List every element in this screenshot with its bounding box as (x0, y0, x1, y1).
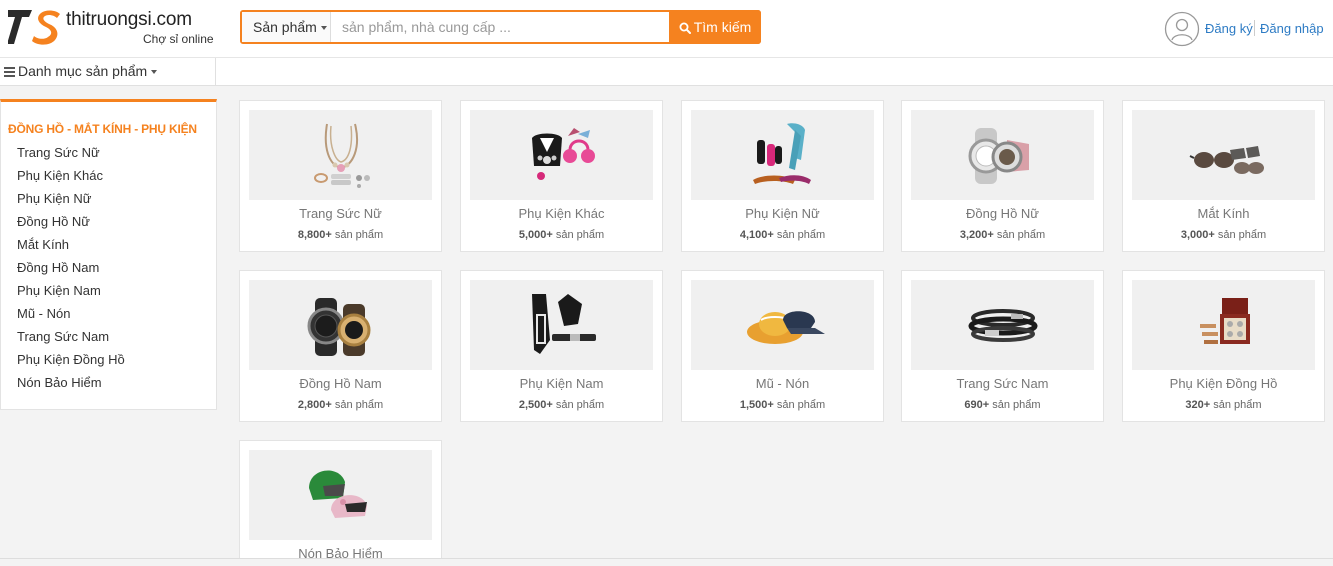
product-count: 3,000+ sản phẩm (1180, 229, 1267, 241)
category-name: Phụ Kiện Nữ (745, 206, 820, 221)
category-image (911, 110, 1094, 200)
sidebar-list: Trang Sức Nữ Phụ Kiện Khác Phụ Kiện Nữ Đ… (17, 144, 125, 397)
category-name: Phụ Kiện Đồng Hồ (1169, 376, 1278, 391)
product-count: 5,000+ sản phẩm (518, 229, 605, 241)
scarf-gloves-icon (753, 123, 811, 184)
product-count: 2,800+ sản phẩm (297, 399, 384, 411)
sidebar-item[interactable]: Trang Sức Nữ (17, 144, 125, 167)
category-card[interactable]: Trang Sức Nam 690+ sản phẩm (901, 270, 1104, 422)
category-card[interactable]: Phụ Kiện Nam 2,500+ sản phẩm (460, 270, 663, 422)
chevron-down-icon (320, 26, 327, 31)
hamburger-icon (4, 67, 15, 77)
collar-earmuffs-icon (532, 128, 595, 180)
category-image (1132, 110, 1315, 200)
category-image (1132, 280, 1315, 370)
category-name: Đồng Hồ Nam (299, 376, 382, 391)
login-link[interactable]: Đăng nhập (1260, 21, 1324, 36)
sidebar-item[interactable]: Trang Sức Nam (17, 328, 125, 351)
search-button-label: Tìm kiếm (693, 19, 752, 35)
category-card[interactable]: Đồng Hồ Nam 2,800+ sản phẩm (239, 270, 442, 422)
sidebar-title[interactable]: ĐỒNG HỒ - MẮT KÍNH - PHỤ KIỆN (8, 122, 197, 136)
product-count: 3,200+ sản phẩm (959, 229, 1046, 241)
brand-tagline: Chợ sỉ online (143, 32, 214, 46)
category-image (691, 110, 874, 200)
category-name: Trang Sức Nữ (299, 206, 382, 221)
category-card[interactable]: Trang Sức Nữ 8,800+ sản phẩm (239, 100, 442, 252)
sidebar-item[interactable]: Phụ Kiện Đồng Hồ (17, 351, 125, 374)
sidebar-item[interactable]: Mắt Kính (17, 236, 125, 259)
category-image (911, 280, 1094, 370)
category-bar: Danh mục sản phẩm (0, 58, 1333, 86)
category-card[interactable]: Đồng Hồ Nữ 3,200+ sản phẩm (901, 100, 1104, 252)
product-count: 8,800+ sản phẩm (297, 229, 384, 241)
category-image (249, 280, 432, 370)
category-card[interactable]: Phụ Kiện Khác 5,000+ sản phẩm (460, 100, 663, 252)
site-header: thitruongsi.com Chợ sỉ online Sản phẩm T… (0, 0, 1333, 58)
category-card[interactable]: Phụ Kiện Nữ 4,100+ sản phẩm (681, 100, 884, 252)
category-name: Trang Sức Nam (956, 376, 1049, 391)
category-image (249, 110, 432, 200)
sidebar-item[interactable]: Phụ Kiện Nam (17, 282, 125, 305)
category-image (470, 280, 653, 370)
women-watch-icon (968, 128, 1029, 184)
sidebar-item[interactable]: Nón Bảo Hiểm (17, 374, 125, 397)
search-icon (679, 22, 691, 34)
category-name: Mũ - Nón (755, 376, 810, 391)
category-image (249, 450, 432, 540)
category-menu-toggle[interactable]: Danh mục sản phẩm (0, 58, 216, 86)
category-name: Phụ Kiện Nam (519, 376, 604, 391)
category-name: Mắt Kính (1197, 206, 1250, 221)
category-image (470, 110, 653, 200)
product-count: 690+ sản phẩm (964, 399, 1041, 411)
category-sidebar: ĐỒNG HỒ - MẮT KÍNH - PHỤ KIỆN Trang Sức … (0, 99, 217, 410)
register-link[interactable]: Đăng ký (1205, 21, 1253, 36)
brand-name: thitruongsi.com (66, 9, 192, 30)
category-card[interactable]: Mũ - Nón 1,500+ sản phẩm (681, 270, 884, 422)
sunglasses-icon (1189, 146, 1264, 174)
user-avatar-icon[interactable] (1164, 11, 1200, 47)
category-card[interactable]: Nón Bảo Hiểm sản phẩm (239, 440, 442, 566)
chevron-down-icon (151, 70, 158, 75)
sidebar-item[interactable]: Phụ Kiện Khác (17, 167, 125, 190)
category-card[interactable]: Phụ Kiện Đồng Hồ 320+ sản phẩm (1122, 270, 1325, 422)
category-card[interactable]: Mắt Kính 3,000+ sản phẩm (1122, 100, 1325, 252)
search-input[interactable] (332, 12, 669, 42)
sidebar-item[interactable]: Đồng Hồ Nữ (17, 213, 125, 236)
site-logo[interactable]: thitruongsi.com Chợ sỉ online (8, 7, 218, 49)
men-watch-icon (307, 298, 371, 356)
category-name: Đồng Hồ Nữ (965, 206, 1039, 221)
necklace-icon (314, 123, 370, 188)
category-name: Phụ Kiện Khác (518, 206, 605, 221)
sidebar-item[interactable]: Mũ - Nón (17, 305, 125, 328)
category-menu-label: Danh mục sản phẩm (18, 63, 148, 79)
product-count: 320+ sản phẩm (1185, 399, 1262, 411)
sidebar-item[interactable]: Đồng Hồ Nam (17, 259, 125, 282)
category-image (691, 280, 874, 370)
page-bottom-bar (0, 558, 1333, 566)
product-count: 2,500+ sản phẩm (518, 399, 605, 411)
hats-icon (747, 311, 825, 344)
product-count: 1,500+ sản phẩm (739, 399, 826, 411)
search-category-select[interactable]: Sản phẩm (242, 12, 331, 42)
helmets-icon (309, 470, 367, 518)
watch-box-icon (1200, 298, 1250, 344)
search-category-label: Sản phẩm (253, 19, 317, 35)
search-bar: Sản phẩm Tìm kiếm (240, 10, 761, 44)
product-count: 4,100+ sản phẩm (739, 229, 826, 241)
auth-divider (1254, 20, 1255, 36)
bracelets-icon (968, 309, 1038, 342)
sidebar-item[interactable]: Phụ Kiện Nữ (17, 190, 125, 213)
gloves-belt-icon (532, 294, 596, 354)
logo-mark-icon (8, 10, 60, 45)
search-button[interactable]: Tìm kiếm (669, 10, 761, 44)
